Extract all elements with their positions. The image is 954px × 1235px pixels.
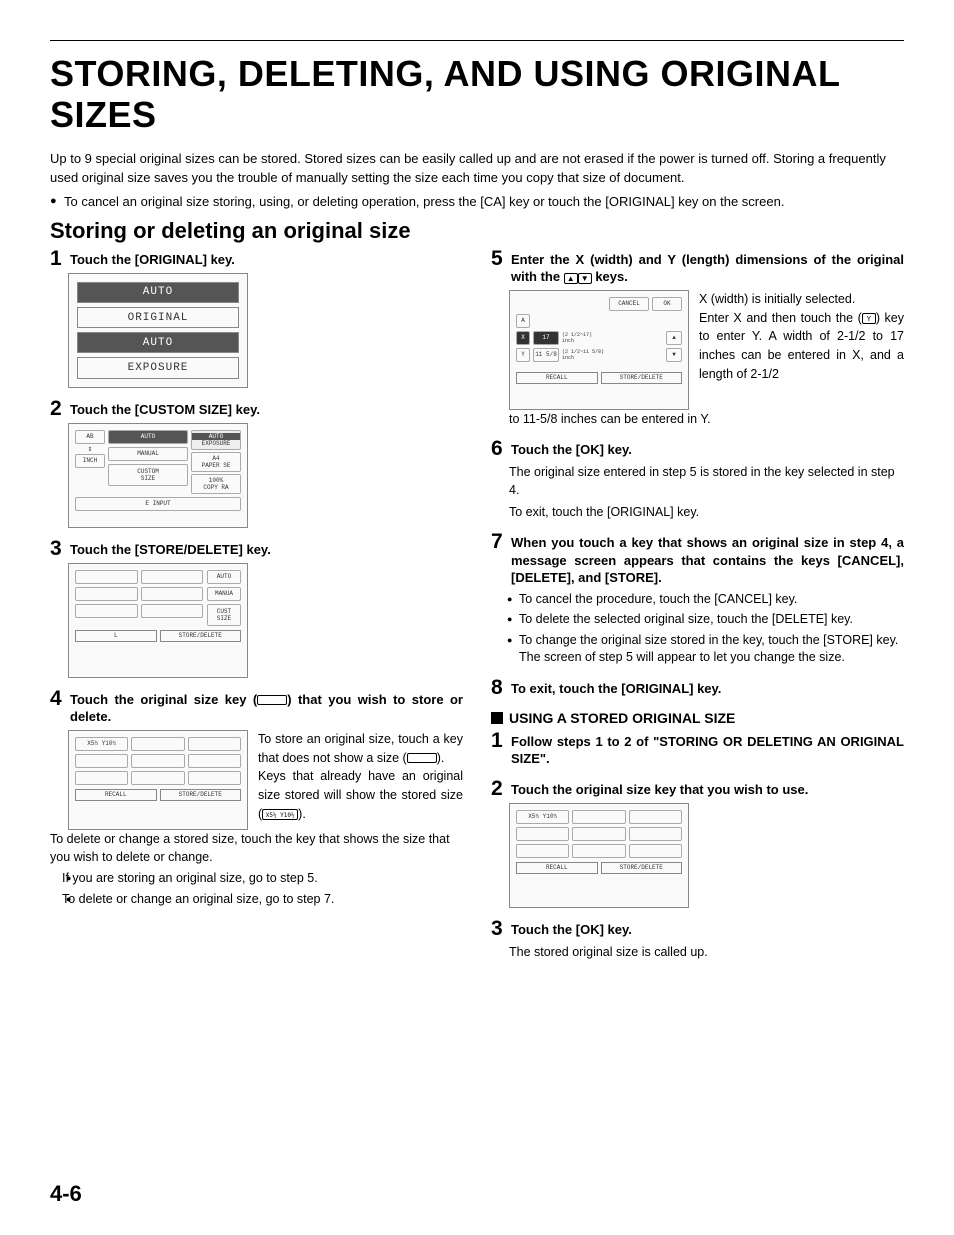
step-number: 8 [491, 677, 505, 698]
step-4-body: To delete or change a stored size, touch… [50, 830, 463, 866]
step-6-body-2: To exit, touch the [ORIGINAL] key. [509, 503, 904, 521]
step-1-title: Touch the [ORIGINAL] key. [70, 248, 463, 269]
use-1-title: Follow steps 1 to 2 of "STORING OR DELET… [511, 730, 904, 768]
fig2-ab: AB [75, 430, 105, 444]
fig2-input: E INPUT [75, 497, 241, 511]
step-3-title: Touch the [STORE/DELETE] key. [70, 538, 463, 559]
step-number: 4 [50, 688, 64, 709]
fig2-custom: CUSTOM SIZE [108, 464, 188, 486]
fig1-original: ORIGINAL [77, 307, 239, 328]
fig1-auto2: AUTO [77, 332, 239, 353]
step-number: 2 [491, 778, 505, 799]
figure-use-stored: X5½ Y10½ RECALL STORE/DELETE [509, 803, 689, 908]
step-number: 3 [491, 918, 505, 939]
step-2-title: Touch the [CUSTOM SIZE] key. [70, 398, 463, 419]
step-4-bullet-1: If you are storing an original size, go … [50, 870, 463, 888]
figure-store-delete: AUTO MANUA CUST SIZE L STORE/DELETE [68, 563, 248, 678]
step-4-title: Touch the original size key () that you … [70, 688, 463, 726]
step-number: 6 [491, 438, 505, 459]
intro-text: Up to 9 special original sizes can be st… [50, 150, 904, 188]
step-5-title: Enter the X (width) and Y (length) dimen… [511, 248, 904, 286]
fig1-auto: AUTO [77, 282, 239, 303]
step-number: 5 [491, 248, 505, 269]
step-6-body-1: The original size entered in step 5 is s… [509, 463, 904, 499]
figure-size-keys: X5½ Y10½ RECALL STORE/DELETE [68, 730, 248, 830]
fig2-paper: A4 PAPER SE [191, 452, 241, 472]
fig2-manual: MANUAL [108, 447, 188, 461]
fig2-ratio: 100% COPY RA [191, 474, 241, 494]
fig2-inch: INCH [75, 454, 105, 468]
step-number: 1 [491, 730, 505, 751]
step-7-bullet-3: To change the original size stored in th… [491, 632, 904, 667]
use-2-title: Touch the original size key that you wis… [511, 778, 904, 799]
step-number: 3 [50, 538, 64, 559]
figure-original-key: AUTO ORIGINAL AUTO EXPOSURE [68, 273, 248, 388]
y-key-icon: Y [862, 313, 876, 324]
figure-custom-size: AB ⇕ INCH AUTO MANUAL CUSTOM SIZE [68, 423, 248, 528]
page-number: 4-6 [50, 1181, 82, 1207]
step-4-side: To store an original size, touch a key t… [258, 730, 463, 824]
subsection-heading: USING A STORED ORIGINAL SIZE [491, 710, 904, 726]
fig1-exposure: EXPOSURE [77, 357, 239, 378]
use-3-body: The stored original size is called up. [509, 943, 904, 961]
figure-xy-entry: CANCEL OK A X 17 (2 1/2~17) inch ▲ [509, 290, 689, 410]
step-7-bullet-2: To delete the selected original size, to… [491, 611, 904, 629]
step-5-tail: to 11-5/8 inches can be entered in Y. [509, 410, 904, 428]
page-title: STORING, DELETING, AND USING ORIGINAL SI… [50, 53, 904, 136]
step-number: 2 [50, 398, 64, 419]
step-5-side: X (width) is initially selected. Enter X… [699, 290, 904, 384]
fig2-exposure: AUTO EXPOSURE [191, 430, 241, 450]
step-8-title: To exit, touch the [ORIGINAL] key. [511, 677, 904, 698]
up-down-arrows-icon: ▲▼ [564, 268, 592, 286]
step-number: 7 [491, 531, 505, 552]
blank-key-icon [257, 695, 287, 705]
step-6-title: Touch the [OK] key. [511, 438, 904, 459]
fig2-auto: AUTO [108, 430, 188, 444]
blank-key-icon [407, 753, 437, 763]
cancel-note: To cancel an original size storing, usin… [50, 193, 904, 211]
size-key-icon: X5½ Y10½ [262, 809, 298, 820]
section-heading: Storing or deleting an original size [50, 218, 904, 244]
step-7-bullet-1: To cancel the procedure, touch the [CANC… [491, 591, 904, 609]
square-bullet-icon [491, 712, 503, 724]
use-3-title: Touch the [OK] key. [511, 918, 904, 939]
step-number: 1 [50, 248, 64, 269]
step-7-title: When you touch a key that shows an origi… [511, 531, 904, 587]
step-4-bullet-2: To delete or change an original size, go… [50, 891, 463, 909]
